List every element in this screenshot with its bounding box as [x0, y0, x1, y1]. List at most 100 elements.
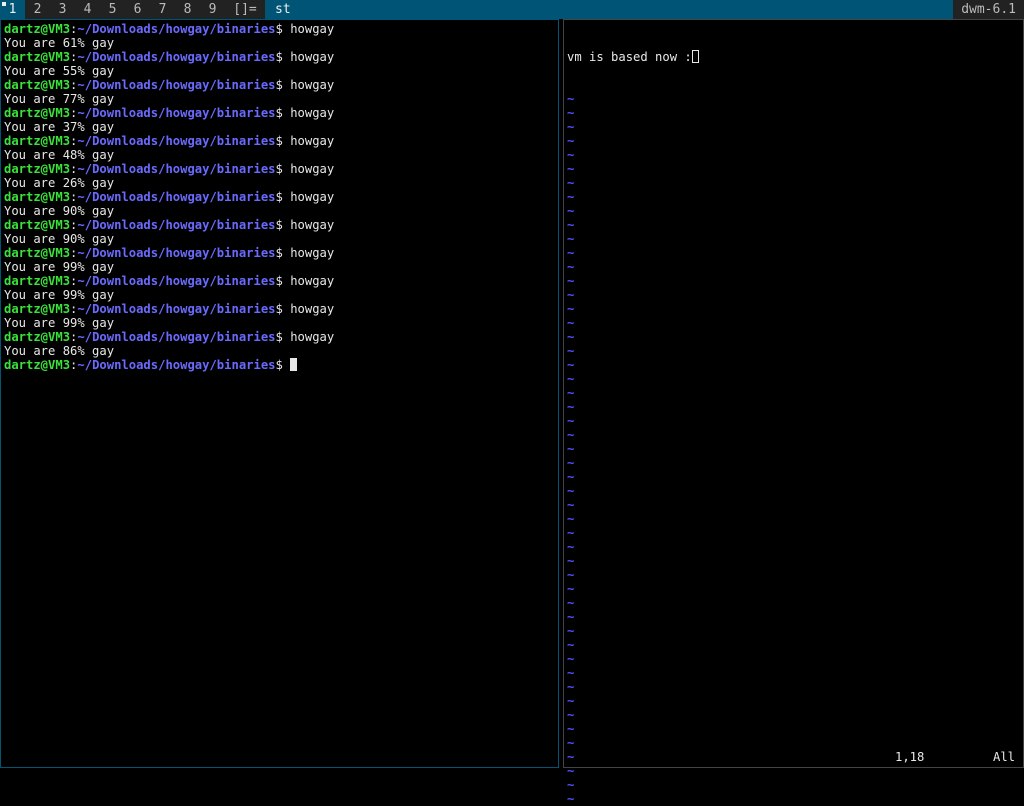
vim-cursor — [691, 50, 699, 63]
prompt-symbol: $ — [275, 106, 283, 120]
prompt-line: dartz@VM3:~/Downloads/howgay/binaries$ h… — [4, 106, 334, 120]
command-text: howgay — [290, 50, 335, 64]
vim-empty-line-marker: ~ — [567, 778, 575, 792]
vim-empty-line-marker: ~ — [567, 134, 575, 148]
vim-empty-line-marker: ~ — [567, 176, 575, 190]
tag-7[interactable]: 7 — [150, 0, 175, 19]
output-line: You are 90% gay — [4, 204, 115, 218]
prompt-symbol: $ — [275, 22, 283, 36]
prompt-user: dartz@VM3 — [4, 358, 71, 372]
command-text: howgay — [290, 106, 335, 120]
prompt-symbol: $ — [275, 50, 283, 64]
prompt-user: dartz@VM3 — [4, 330, 71, 344]
prompt-line: dartz@VM3:~/Downloads/howgay/binaries$ h… — [4, 50, 334, 64]
output-line: You are 26% gay — [4, 176, 115, 190]
vim-empty-line-marker: ~ — [567, 624, 575, 638]
command-text: howgay — [290, 246, 335, 260]
prompt-symbol: $ — [275, 218, 283, 232]
vim-empty-line-marker: ~ — [567, 582, 575, 596]
prompt-path: ~/Downloads/howgay/binaries — [77, 302, 276, 316]
prompt-symbol: $ — [275, 302, 283, 316]
vim-empty-line-marker: ~ — [567, 638, 575, 652]
prompt-symbol: $ — [275, 162, 283, 176]
dwm-status-bar: 1 2 3 4 5 6 7 8 9 []= st dwm-6.1 — [0, 0, 1024, 19]
prompt-path: ~/Downloads/howgay/binaries — [77, 22, 276, 36]
terminal-output: dartz@VM3:~/Downloads/howgay/binaries$ h… — [4, 22, 334, 372]
tag-8[interactable]: 8 — [175, 0, 200, 19]
prompt-line: dartz@VM3:~/Downloads/howgay/binaries$ h… — [4, 78, 334, 92]
vim-empty-line-marker: ~ — [567, 414, 575, 428]
vim-empty-line-marker: ~ — [567, 106, 575, 120]
prompt-path: ~/Downloads/howgay/binaries — [77, 246, 276, 260]
tag-label: 5 — [108, 2, 117, 17]
vim-empty-line-marker: ~ — [567, 596, 575, 610]
tag-9[interactable]: 9 — [200, 0, 225, 19]
output-line: You are 55% gay — [4, 64, 115, 78]
terminal-window[interactable]: dartz@VM3:~/Downloads/howgay/binaries$ h… — [0, 19, 559, 768]
vim-empty-line-marker: ~ — [567, 764, 575, 778]
vim-empty-line-marker: ~ — [567, 204, 575, 218]
vim-window[interactable]: vm is based now : ~ ~ ~ ~ ~ ~ ~ ~ ~ ~ ~ ~ ~ ~ ~ ~ ~ ~ ~ ~ ~ ~… — [563, 19, 1024, 806]
prompt-symbol: $ — [275, 274, 283, 288]
output-line: You are 99% gay — [4, 260, 115, 274]
command-text: howgay — [290, 78, 335, 92]
vim-empty-line-marker: ~ — [567, 722, 575, 736]
prompt-user: dartz@VM3 — [4, 162, 71, 176]
command-text: howgay — [290, 22, 335, 36]
prompt-line: dartz@VM3:~/Downloads/howgay/binaries$ h… — [4, 134, 334, 148]
vim-empty-line-marker: ~ — [567, 302, 575, 316]
vim-empty-line-marker: ~ — [567, 218, 575, 232]
output-line: You are 99% gay — [4, 316, 115, 330]
vim-empty-line-marker: ~ — [567, 428, 575, 442]
layout-symbol[interactable]: []= — [225, 0, 265, 19]
vim-empty-line-marker: ~ — [567, 288, 575, 302]
tag-label: 9 — [208, 2, 217, 17]
prompt-user: dartz@VM3 — [4, 190, 71, 204]
tag-3[interactable]: 3 — [50, 0, 75, 19]
vim-empty-line-marker: ~ — [567, 708, 575, 722]
tag-label: 6 — [133, 2, 142, 17]
prompt-line: dartz@VM3:~/Downloads/howgay/binaries$ h… — [4, 22, 334, 36]
vim-empty-line-marker: ~ — [567, 344, 575, 358]
tag-label: 3 — [58, 2, 67, 17]
prompt-path: ~/Downloads/howgay/binaries — [77, 358, 276, 372]
output-line: You are 90% gay — [4, 232, 115, 246]
prompt-path: ~/Downloads/howgay/binaries — [77, 162, 276, 176]
output-line: You are 61% gay — [4, 36, 115, 50]
tag-5[interactable]: 5 — [100, 0, 125, 19]
tag-2[interactable]: 2 — [25, 0, 50, 19]
tag-4[interactable]: 4 — [75, 0, 100, 19]
vim-empty-line-marker: ~ — [567, 260, 575, 274]
prompt-user: dartz@VM3 — [4, 22, 71, 36]
output-line: You are 86% gay — [4, 344, 115, 358]
prompt-user: dartz@VM3 — [4, 78, 71, 92]
vim-empty-line-marker: ~ — [567, 442, 575, 456]
vim-buffer: vm is based now : ~ ~ ~ ~ ~ ~ ~ ~ ~ ~ ~ ~ ~ ~ ~ ~ ~ ~ ~ ~ ~ ~… — [567, 22, 699, 806]
prompt-symbol: $ — [275, 190, 283, 204]
vim-empty-line-marker: ~ — [567, 330, 575, 344]
output-line: You are 99% gay — [4, 288, 115, 302]
status-text: dwm-6.1 — [953, 0, 1024, 19]
vim-empty-line-marker: ~ — [567, 554, 575, 568]
prompt-line: dartz@VM3:~/Downloads/howgay/binaries$ h… — [4, 246, 334, 260]
prompt-symbol: $ — [275, 330, 283, 344]
command-text: howgay — [290, 218, 335, 232]
vim-empty-line-marker: ~ — [567, 470, 575, 484]
vim-empty-line-marker: ~ — [567, 386, 575, 400]
prompt-user: dartz@VM3 — [4, 134, 71, 148]
vim-empty-line-marker: ~ — [567, 652, 575, 666]
prompt-line: dartz@VM3:~/Downloads/howgay/binaries$ h… — [4, 190, 334, 204]
command-text: howgay — [290, 134, 335, 148]
tag-label: 8 — [183, 2, 192, 17]
output-line: You are 37% gay — [4, 120, 115, 134]
tag-1[interactable]: 1 — [0, 0, 25, 19]
prompt-symbol: $ — [275, 358, 283, 372]
vim-empty-line-marker: ~ — [567, 372, 575, 386]
prompt-path: ~/Downloads/howgay/binaries — [77, 274, 276, 288]
tag-6[interactable]: 6 — [125, 0, 150, 19]
prompt-user: dartz@VM3 — [4, 246, 71, 260]
command-text: howgay — [290, 302, 335, 316]
prompt-path: ~/Downloads/howgay/binaries — [77, 106, 276, 120]
prompt-symbol: $ — [275, 246, 283, 260]
prompt-line: dartz@VM3:~/Downloads/howgay/binaries$ h… — [4, 330, 334, 344]
